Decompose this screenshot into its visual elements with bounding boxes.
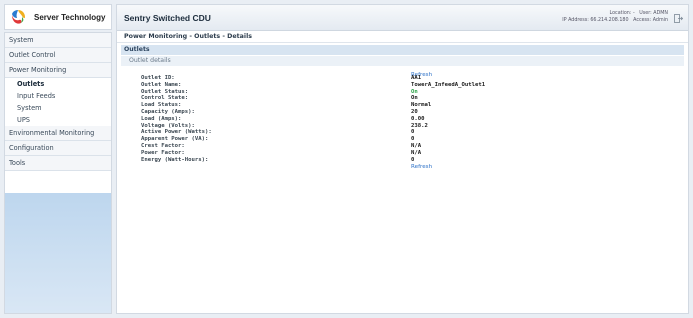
detail-label: Energy (Watt-Hours): bbox=[141, 156, 209, 163]
sidebar-item-configuration[interactable]: Configuration bbox=[5, 141, 111, 156]
breadcrumb: Power Monitoring - Outlets - Details bbox=[117, 31, 688, 43]
detail-label: Control State: bbox=[141, 95, 189, 102]
access-value: Admin bbox=[652, 17, 668, 23]
main-panel: Sentry Switched CDU Location: - User: AD… bbox=[116, 4, 689, 314]
detail-row: Load Status: Normal bbox=[141, 102, 485, 109]
detail-label: Voltage (Volts): bbox=[141, 122, 195, 129]
user-value: ADMN bbox=[653, 11, 668, 16]
detail-row: Energy (Watt-Hours): 0 bbox=[141, 157, 485, 164]
access-label: Access: bbox=[633, 17, 652, 23]
detail-row: Power Factor: N/A bbox=[141, 150, 485, 157]
detail-label: Active Power (Watts): bbox=[141, 129, 212, 136]
detail-row: Apparent Power (VA): 0 bbox=[141, 136, 485, 143]
refresh-link-bottom[interactable]: Refresh bbox=[411, 164, 432, 170]
user-label: User: bbox=[639, 11, 652, 16]
section-title: Outlets bbox=[121, 45, 684, 55]
header-bar: Sentry Switched CDU Location: - User: AD… bbox=[117, 5, 688, 31]
sidebar-item-tools[interactable]: Tools bbox=[5, 156, 111, 171]
session-info: Location: - User: ADMN IP Address: 66.21… bbox=[562, 11, 668, 24]
server-technology-logo-icon bbox=[10, 9, 26, 25]
ip-value: 66.214.208.180 bbox=[590, 17, 629, 23]
detail-row: Control State: On bbox=[141, 95, 485, 102]
detail-label: Outlet Status: bbox=[141, 88, 189, 95]
sidebar-item-ups[interactable]: UPS bbox=[5, 114, 111, 126]
detail-label: Load (Amps): bbox=[141, 115, 182, 122]
detail-value: 238.2 bbox=[411, 122, 428, 129]
detail-value: 0.00 bbox=[411, 115, 425, 122]
detail-label: Load Status: bbox=[141, 102, 182, 109]
sidebar-item-power-monitoring[interactable]: Power Monitoring bbox=[5, 63, 111, 78]
detail-row: Outlet ID: AA1 bbox=[141, 75, 485, 82]
detail-value: 0 bbox=[411, 156, 415, 163]
sidebar-item-input-feeds[interactable]: Input Feeds bbox=[5, 90, 111, 102]
detail-row: Load (Amps): 0.00 bbox=[141, 116, 485, 123]
brand-name: Server Technology bbox=[34, 12, 106, 22]
detail-value: On bbox=[411, 95, 418, 102]
detail-label: Capacity (Amps): bbox=[141, 108, 195, 115]
sidebar-nav: System Outlet Control Power Monitoring Outl… bbox=[4, 32, 112, 314]
location-value: - bbox=[632, 11, 635, 16]
detail-row: Outlet Name: TowerA_InfeedA_Outlet1 bbox=[141, 82, 485, 89]
detail-value: N/A bbox=[411, 142, 422, 149]
detail-value: AA1 bbox=[411, 75, 422, 81]
detail-label: Outlet ID: bbox=[141, 75, 175, 81]
page-title: Sentry Switched CDU bbox=[124, 13, 211, 23]
sidebar-item-system[interactable]: System bbox=[5, 33, 111, 48]
detail-value: 0 bbox=[411, 129, 415, 136]
detail-value: N/A bbox=[411, 149, 422, 156]
detail-label: Crest Factor: bbox=[141, 142, 185, 149]
sidebar-item-environmental-monitoring[interactable]: Environmental Monitoring bbox=[5, 126, 111, 141]
brand-logo[interactable]: Server Technology bbox=[4, 4, 112, 30]
sidebar-item-outlets[interactable]: Outlets bbox=[5, 78, 111, 90]
detail-label: Apparent Power (VA): bbox=[141, 136, 209, 143]
subsection-title: Outlet details bbox=[121, 56, 684, 66]
location-label: Location: bbox=[609, 11, 632, 16]
outlet-details: Outlet ID: AA1 Outlet Name: TowerA_InfeedA_… bbox=[141, 75, 485, 163]
detail-row: Voltage (Volts): 238.2 bbox=[141, 123, 485, 130]
detail-label: Outlet Name: bbox=[141, 81, 182, 88]
detail-value: TowerA_InfeedA_Outlet1 bbox=[411, 81, 486, 88]
logout-icon[interactable] bbox=[674, 14, 684, 23]
detail-row: Capacity (Amps): 20 bbox=[141, 109, 485, 116]
detail-value: Normal bbox=[411, 102, 432, 109]
detail-value: 0 bbox=[411, 136, 415, 143]
detail-value: 20 bbox=[411, 108, 418, 115]
sidebar-item-system[interactable]: System bbox=[5, 102, 111, 114]
detail-label: Power Factor: bbox=[141, 149, 185, 156]
ip-label: IP Address: bbox=[562, 17, 589, 23]
detail-value: On bbox=[411, 88, 418, 95]
detail-row: Outlet Status: On bbox=[141, 89, 485, 96]
left-column: Server Technology System Outlet Control Po… bbox=[0, 0, 113, 318]
sidebar-item-outlet-control[interactable]: Outlet Control bbox=[5, 48, 111, 63]
sidebar-fill bbox=[5, 193, 111, 313]
detail-row: Active Power (Watts): 0 bbox=[141, 129, 485, 136]
detail-row: Crest Factor: N/A bbox=[141, 143, 485, 150]
